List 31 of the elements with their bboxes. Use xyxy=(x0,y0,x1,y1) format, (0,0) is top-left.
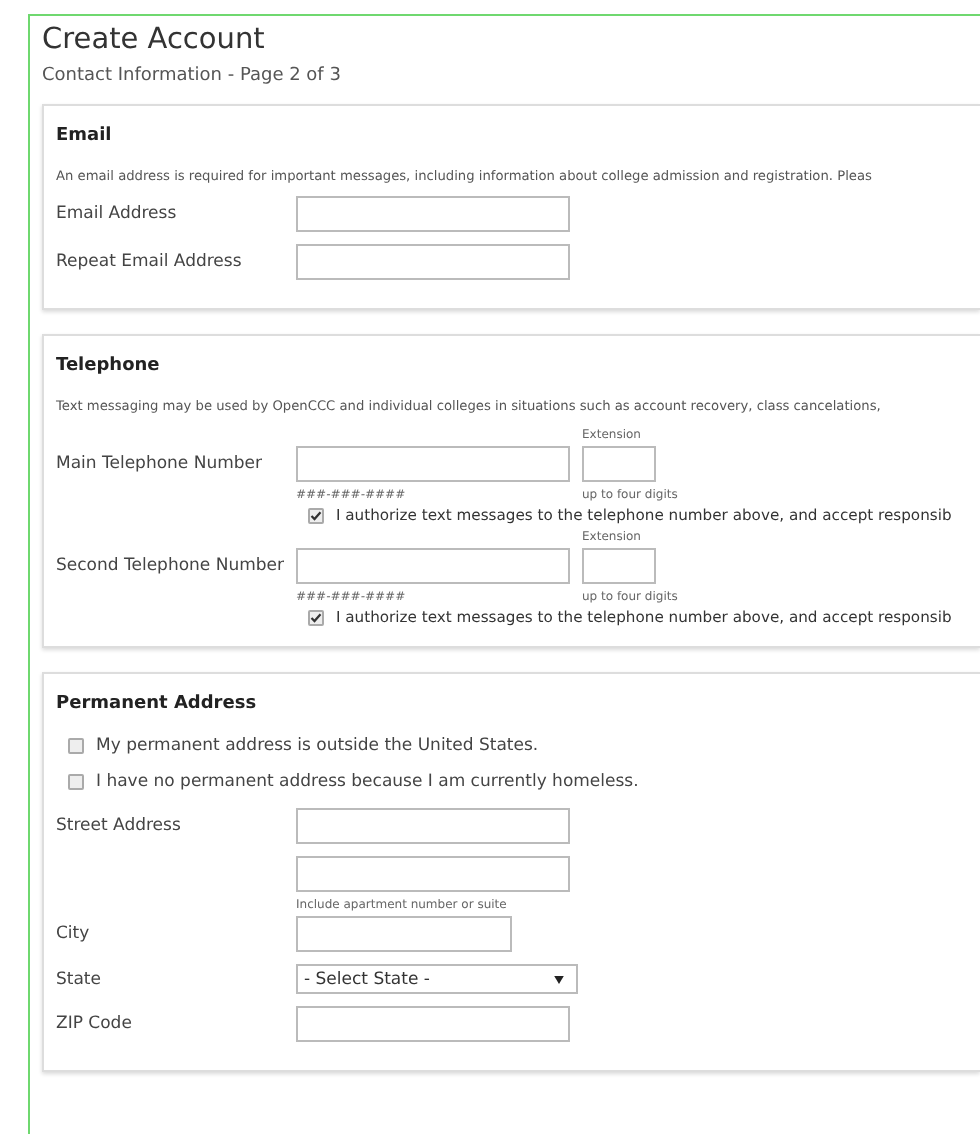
extension-input[interactable] xyxy=(582,548,656,584)
checkbox[interactable] xyxy=(308,507,324,523)
checkbox[interactable] xyxy=(308,609,324,625)
input-field[interactable] xyxy=(296,916,512,952)
input-field[interactable] xyxy=(296,808,570,844)
field-label: State xyxy=(56,969,103,989)
field-label: Main Telephone Number xyxy=(56,454,265,474)
field-label: City xyxy=(56,924,92,944)
field-label: Street Address xyxy=(56,816,183,836)
input-field[interactable] xyxy=(296,856,570,892)
checkbox[interactable] xyxy=(68,738,84,754)
input-field[interactable] xyxy=(296,196,570,232)
section-heading: Email xyxy=(56,126,114,146)
field-label: Repeat Email Address xyxy=(56,252,244,272)
checkbox[interactable] xyxy=(68,774,84,790)
field-label: Second Telephone Number xyxy=(56,556,286,576)
caret-icon xyxy=(554,975,564,983)
phone-input[interactable] xyxy=(296,548,570,584)
field-label: Email Address xyxy=(56,204,179,224)
page-title: Create Account xyxy=(42,24,267,56)
phone-input[interactable] xyxy=(296,446,570,482)
input-field[interactable] xyxy=(296,244,570,280)
field-label: ZIP Code xyxy=(56,1014,134,1034)
section-heading: Permanent Address xyxy=(56,694,259,714)
extension-input[interactable] xyxy=(582,446,656,482)
checkbox-label: I have no permanent address because I am currently homeless. xyxy=(96,772,639,792)
checkbox-label: My permanent address is outside the United States. xyxy=(96,736,539,756)
page-subtitle: Contact Information - Page 2 of 3 xyxy=(42,66,343,86)
state-dropdown[interactable]: - Select State - xyxy=(296,964,578,994)
section-heading: Telephone xyxy=(56,356,162,376)
input-field[interactable] xyxy=(296,1006,570,1042)
